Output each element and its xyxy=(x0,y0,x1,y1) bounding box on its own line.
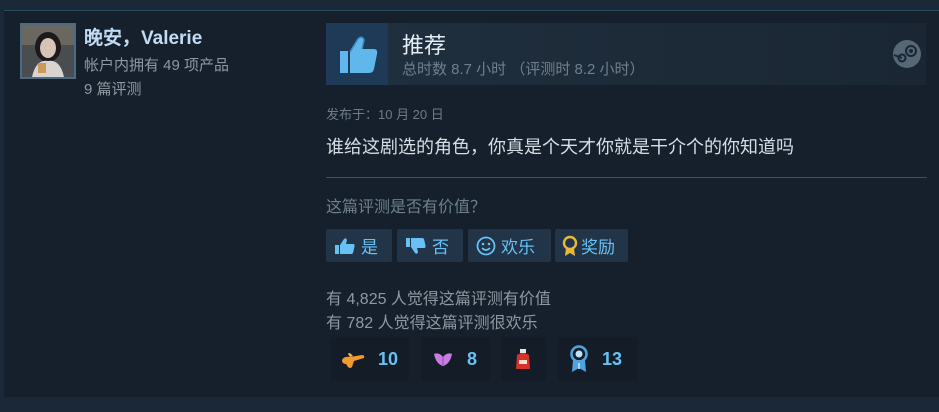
medal-icon xyxy=(570,345,588,372)
posted-date: 发布于：10 月 20 日 xyxy=(326,107,444,122)
funny-count: 有 782 人觉得这篇评测很欢乐 xyxy=(326,315,538,332)
helpful-question: 这篇评测是否有价值？ xyxy=(326,199,487,216)
award-item-lips[interactable]: 8 xyxy=(421,337,490,381)
thumbs-down-icon xyxy=(405,237,427,255)
playtime-hours: 总时数 8.7 小时 （评测时 8.2 小时） xyxy=(402,61,645,78)
vote-funny-button[interactable]: 欢乐 xyxy=(468,229,551,262)
award-item-medal[interactable]: 13 xyxy=(558,337,638,381)
helpful-count: 有 4,825 人觉得这篇评测有价值 xyxy=(326,291,551,308)
award-count: 8 xyxy=(467,348,478,369)
vote-yes-label: 是 xyxy=(361,238,378,257)
steam-logo-icon xyxy=(893,40,921,68)
lips-icon xyxy=(434,353,452,366)
reviews-count[interactable]: 9 篇评测 xyxy=(84,78,142,99)
avatar-image xyxy=(22,25,74,77)
review-body: 谁给这剧选的角色，你真是个天才你就是干介个的你知道吗 xyxy=(326,137,794,157)
award-count: 13 xyxy=(602,348,623,369)
top-strip xyxy=(0,0,939,10)
award-item-hand-gun[interactable]: 10 xyxy=(330,337,409,381)
award-label: 奖励 xyxy=(581,238,615,257)
thumbs-up-icon xyxy=(326,23,388,85)
award-count: 10 xyxy=(378,348,399,369)
award-item-ketchup[interactable] xyxy=(501,337,546,381)
review-card: 晚安，Valerie 帐户内拥有 49 项产品 9 篇评测 推荐 总时数 8.7… xyxy=(4,10,939,397)
vote-yes-button[interactable]: 是 xyxy=(326,229,392,262)
vote-no-label: 否 xyxy=(432,238,449,257)
products-owned[interactable]: 帐户内拥有 49 项产品 xyxy=(84,54,229,75)
hand-gun-icon xyxy=(342,353,365,368)
recommendation-title: 推荐 xyxy=(402,33,447,58)
thumbs-up-icon xyxy=(334,237,356,255)
ketchup-icon xyxy=(516,349,530,369)
divider xyxy=(326,177,927,178)
username-link[interactable]: 晚安，Valerie xyxy=(84,23,202,50)
user-avatar[interactable] xyxy=(20,23,76,79)
vote-funny-label: 欢乐 xyxy=(501,238,535,257)
award-medal-icon xyxy=(561,235,579,257)
smiley-icon xyxy=(476,236,496,256)
vote-no-button[interactable]: 否 xyxy=(397,229,463,262)
award-button[interactable]: 奖励 xyxy=(555,229,628,262)
recommendation-panel[interactable]: 推荐 总时数 8.7 小时 （评测时 8.2 小时） xyxy=(326,23,926,85)
